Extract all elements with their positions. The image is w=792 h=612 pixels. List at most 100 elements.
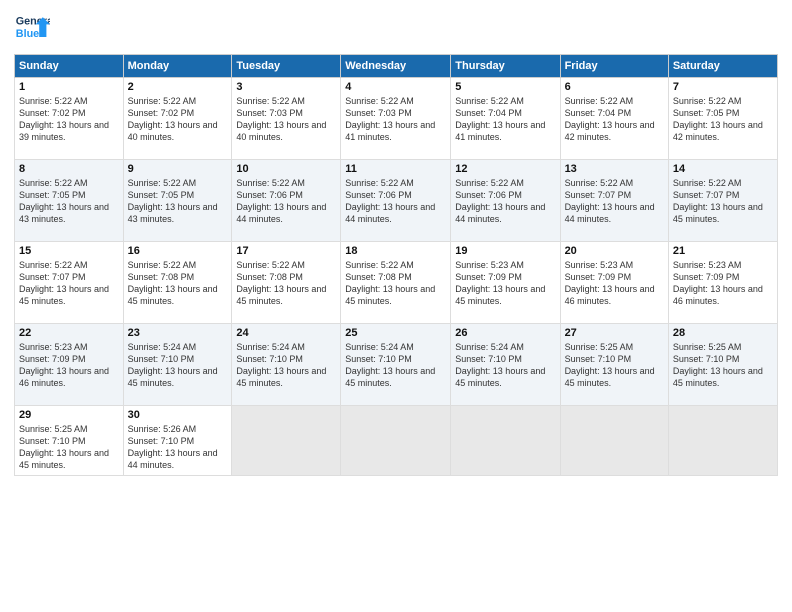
calendar-cell: 15 Sunrise: 5:22 AMSunset: 7:07 PMDayligh… (15, 242, 124, 324)
day-info: Sunrise: 5:22 AMSunset: 7:04 PMDaylight:… (455, 95, 555, 144)
day-info: Sunrise: 5:22 AMSunset: 7:07 PMDaylight:… (19, 259, 119, 308)
calendar-week-2: 8 Sunrise: 5:22 AMSunset: 7:05 PMDaylight… (15, 160, 778, 242)
weekday-header-wednesday: Wednesday (341, 55, 451, 78)
day-info: Sunrise: 5:22 AMSunset: 7:08 PMDaylight:… (128, 259, 228, 308)
day-number: 10 (236, 163, 336, 175)
weekday-header-row: SundayMondayTuesdayWednesdayThursdayFrid… (15, 55, 778, 78)
day-info: Sunrise: 5:25 AMSunset: 7:10 PMDaylight:… (673, 341, 773, 390)
day-info: Sunrise: 5:24 AMSunset: 7:10 PMDaylight:… (128, 341, 228, 390)
calendar-cell: 9 Sunrise: 5:22 AMSunset: 7:05 PMDaylight… (123, 160, 232, 242)
day-info: Sunrise: 5:22 AMSunset: 7:06 PMDaylight:… (345, 177, 446, 226)
day-info: Sunrise: 5:22 AMSunset: 7:06 PMDaylight:… (455, 177, 555, 226)
day-number: 20 (565, 245, 664, 257)
calendar-table: SundayMondayTuesdayWednesdayThursdayFrid… (14, 54, 778, 476)
day-info: Sunrise: 5:22 AMSunset: 7:08 PMDaylight:… (345, 259, 446, 308)
calendar-week-5: 29 Sunrise: 5:25 AMSunset: 7:10 PMDayligh… (15, 406, 778, 476)
calendar-cell: 12 Sunrise: 5:22 AMSunset: 7:06 PMDayligh… (451, 160, 560, 242)
day-info: Sunrise: 5:23 AMSunset: 7:09 PMDaylight:… (673, 259, 773, 308)
day-number: 30 (128, 409, 228, 421)
day-info: Sunrise: 5:22 AMSunset: 7:05 PMDaylight:… (673, 95, 773, 144)
day-info: Sunrise: 5:22 AMSunset: 7:05 PMDaylight:… (19, 177, 119, 226)
calendar-cell: 22 Sunrise: 5:23 AMSunset: 7:09 PMDayligh… (15, 324, 124, 406)
day-info: Sunrise: 5:24 AMSunset: 7:10 PMDaylight:… (236, 341, 336, 390)
calendar-cell: 24 Sunrise: 5:24 AMSunset: 7:10 PMDayligh… (232, 324, 341, 406)
calendar-cell: 14Sunrise: 5:22 AMSunset: 7:07 PMDayligh… (668, 160, 777, 242)
calendar-week-4: 22 Sunrise: 5:23 AMSunset: 7:09 PMDayligh… (15, 324, 778, 406)
day-number: 23 (128, 327, 228, 339)
calendar-cell: 3Sunrise: 5:22 AMSunset: 7:03 PMDaylight… (232, 78, 341, 160)
day-number: 27 (565, 327, 664, 339)
calendar-cell: 25 Sunrise: 5:24 AMSunset: 7:10 PMDayligh… (341, 324, 451, 406)
day-number: 26 (455, 327, 555, 339)
calendar-cell: 5Sunrise: 5:22 AMSunset: 7:04 PMDaylight… (451, 78, 560, 160)
logo: General Blue (14, 10, 50, 46)
calendar-cell: 10 Sunrise: 5:22 AMSunset: 7:06 PMDayligh… (232, 160, 341, 242)
calendar-cell: 6 Sunrise: 5:22 AMSunset: 7:04 PMDaylight… (560, 78, 668, 160)
calendar-week-1: 1 Sunrise: 5:22 AMSunset: 7:02 PMDaylight… (15, 78, 778, 160)
day-info: Sunrise: 5:22 AMSunset: 7:02 PMDaylight:… (128, 95, 228, 144)
day-info: Sunrise: 5:22 AMSunset: 7:06 PMDaylight:… (236, 177, 336, 226)
calendar-cell: 20 Sunrise: 5:23 AMSunset: 7:09 PMDayligh… (560, 242, 668, 324)
calendar-cell: 17 Sunrise: 5:22 AMSunset: 7:08 PMDayligh… (232, 242, 341, 324)
calendar-cell: 28 Sunrise: 5:25 AMSunset: 7:10 PMDayligh… (668, 324, 777, 406)
day-info: Sunrise: 5:24 AMSunset: 7:10 PMDaylight:… (345, 341, 446, 390)
day-info: Sunrise: 5:25 AMSunset: 7:10 PMDaylight:… (19, 423, 119, 472)
day-number: 8 (19, 163, 119, 175)
day-number: 24 (236, 327, 336, 339)
day-info: Sunrise: 5:24 AMSunset: 7:10 PMDaylight:… (455, 341, 555, 390)
calendar-cell (232, 406, 341, 476)
svg-text:Blue: Blue (16, 28, 39, 40)
calendar-cell: 23 Sunrise: 5:24 AMSunset: 7:10 PMDayligh… (123, 324, 232, 406)
day-number: 4 (345, 81, 446, 93)
day-number: 18 (345, 245, 446, 257)
day-number: 16 (128, 245, 228, 257)
day-number: 1 (19, 81, 119, 93)
header: General Blue (14, 10, 778, 46)
day-info: Sunrise: 5:22 AMSunset: 7:04 PMDaylight:… (565, 95, 664, 144)
day-number: 28 (673, 327, 773, 339)
weekday-header-saturday: Saturday (668, 55, 777, 78)
day-number: 22 (19, 327, 119, 339)
calendar-cell: 11Sunrise: 5:22 AMSunset: 7:06 PMDayligh… (341, 160, 451, 242)
day-info: Sunrise: 5:22 AMSunset: 7:03 PMDaylight:… (345, 95, 446, 144)
day-info: Sunrise: 5:23 AMSunset: 7:09 PMDaylight:… (19, 341, 119, 390)
day-number: 29 (19, 409, 119, 421)
calendar-cell (341, 406, 451, 476)
calendar-cell: 29 Sunrise: 5:25 AMSunset: 7:10 PMDayligh… (15, 406, 124, 476)
day-number: 25 (345, 327, 446, 339)
day-number: 19 (455, 245, 555, 257)
calendar-cell (560, 406, 668, 476)
day-number: 9 (128, 163, 228, 175)
calendar-cell: 26 Sunrise: 5:24 AMSunset: 7:10 PMDayligh… (451, 324, 560, 406)
day-number: 6 (565, 81, 664, 93)
day-number: 17 (236, 245, 336, 257)
day-info: Sunrise: 5:22 AMSunset: 7:07 PMDaylight:… (565, 177, 664, 226)
day-number: 12 (455, 163, 555, 175)
calendar-cell: 19 Sunrise: 5:23 AMSunset: 7:09 PMDayligh… (451, 242, 560, 324)
calendar-cell: 18 Sunrise: 5:22 AMSunset: 7:08 PMDayligh… (341, 242, 451, 324)
calendar-cell: 7Sunrise: 5:22 AMSunset: 7:05 PMDaylight… (668, 78, 777, 160)
day-number: 21 (673, 245, 773, 257)
calendar-cell: 8 Sunrise: 5:22 AMSunset: 7:05 PMDaylight… (15, 160, 124, 242)
calendar-cell: 21 Sunrise: 5:23 AMSunset: 7:09 PMDayligh… (668, 242, 777, 324)
day-number: 3 (236, 81, 336, 93)
page: General Blue SundayMondayTuesdayWednesda… (0, 0, 792, 612)
calendar-cell: 27Sunrise: 5:25 AMSunset: 7:10 PMDayligh… (560, 324, 668, 406)
day-number: 13 (565, 163, 664, 175)
day-info: Sunrise: 5:22 AMSunset: 7:05 PMDaylight:… (128, 177, 228, 226)
day-info: Sunrise: 5:23 AMSunset: 7:09 PMDaylight:… (455, 259, 555, 308)
weekday-header-tuesday: Tuesday (232, 55, 341, 78)
calendar-cell: 13 Sunrise: 5:22 AMSunset: 7:07 PMDayligh… (560, 160, 668, 242)
weekday-header-sunday: Sunday (15, 55, 124, 78)
day-info: Sunrise: 5:22 AMSunset: 7:08 PMDaylight:… (236, 259, 336, 308)
logo-icon: General Blue (14, 10, 50, 46)
day-info: Sunrise: 5:22 AMSunset: 7:02 PMDaylight:… (19, 95, 119, 144)
calendar-cell: 16 Sunrise: 5:22 AMSunset: 7:08 PMDayligh… (123, 242, 232, 324)
weekday-header-monday: Monday (123, 55, 232, 78)
weekday-header-thursday: Thursday (451, 55, 560, 78)
day-info: Sunrise: 5:23 AMSunset: 7:09 PMDaylight:… (565, 259, 664, 308)
calendar-week-3: 15 Sunrise: 5:22 AMSunset: 7:07 PMDayligh… (15, 242, 778, 324)
day-number: 15 (19, 245, 119, 257)
calendar-cell: 2 Sunrise: 5:22 AMSunset: 7:02 PMDaylight… (123, 78, 232, 160)
day-number: 2 (128, 81, 228, 93)
